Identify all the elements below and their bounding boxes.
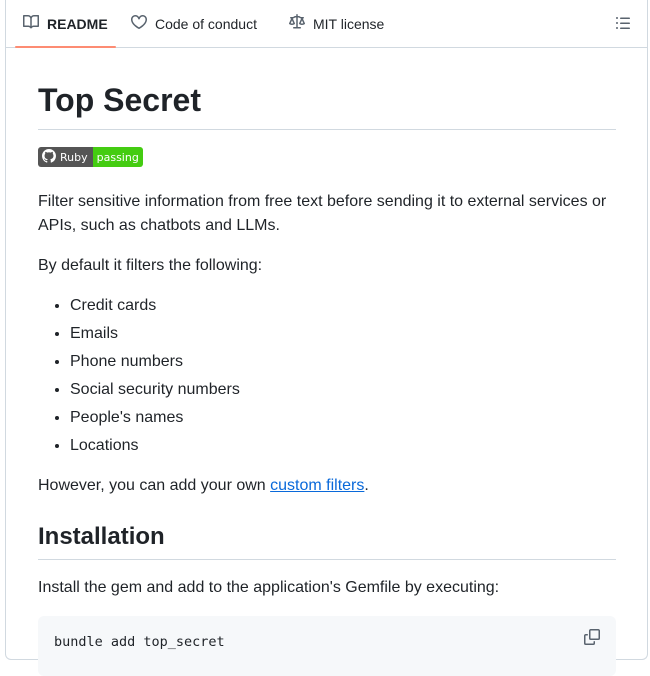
readme-panel: README Code of conduct MIT license Top S… [5, 0, 648, 676]
github-icon [42, 148, 56, 166]
ci-status-badge[interactable]: Ruby passing [38, 147, 143, 167]
installation-text: Install the gem and add to the applicati… [38, 579, 500, 596]
tab-readme[interactable]: README [15, 0, 116, 48]
copy-button[interactable] [584, 629, 602, 647]
tab-mit-license[interactable]: MIT license [281, 0, 392, 47]
custom-filters-suffix: . [364, 477, 369, 494]
law-scale-icon [289, 14, 305, 33]
badge-status: passing [92, 147, 143, 167]
intro-paragraph: Filter sensitive information from free t… [38, 193, 607, 234]
custom-filters-prefix: However, you can add your own [38, 477, 271, 494]
install-command[interactable]: bundle add top_secret [54, 632, 225, 652]
copy-icon [584, 629, 600, 649]
heart-handshake-icon [131, 14, 147, 33]
list-item: Credit cards [70, 294, 240, 322]
book-icon [23, 14, 40, 33]
list-item: Social security numbers [70, 378, 240, 406]
tab-readme-label: README [47, 15, 108, 32]
list-item: People's names [70, 406, 240, 434]
list-item: Phone numbers [70, 350, 240, 378]
outline-button[interactable] [615, 15, 633, 33]
tab-code-of-conduct[interactable]: Code of conduct [123, 0, 265, 47]
list-item: Locations [70, 434, 240, 462]
install-code-block: bundle add top_secret [38, 616, 616, 676]
filters-list: Credit cards Emails Phone numbers Social… [38, 294, 240, 462]
readme-tab-bar: README Code of conduct MIT license [6, 0, 647, 48]
default-filters-intro: By default it filters the following: [38, 257, 263, 274]
readme-title: Top Secret [38, 80, 616, 130]
tab-mit-license-label: MIT license [313, 15, 385, 32]
tab-code-of-conduct-label: Code of conduct [155, 15, 257, 32]
custom-filters-link[interactable]: custom filters [270, 477, 364, 494]
list-unordered-icon [615, 17, 631, 35]
list-item: Emails [70, 322, 240, 350]
installation-heading: Installation [38, 521, 616, 560]
badge-label: Ruby [60, 150, 88, 164]
badge-label-section: Ruby [38, 147, 93, 167]
custom-filters-paragraph: However, you can add your own custom fil… [38, 474, 369, 498]
